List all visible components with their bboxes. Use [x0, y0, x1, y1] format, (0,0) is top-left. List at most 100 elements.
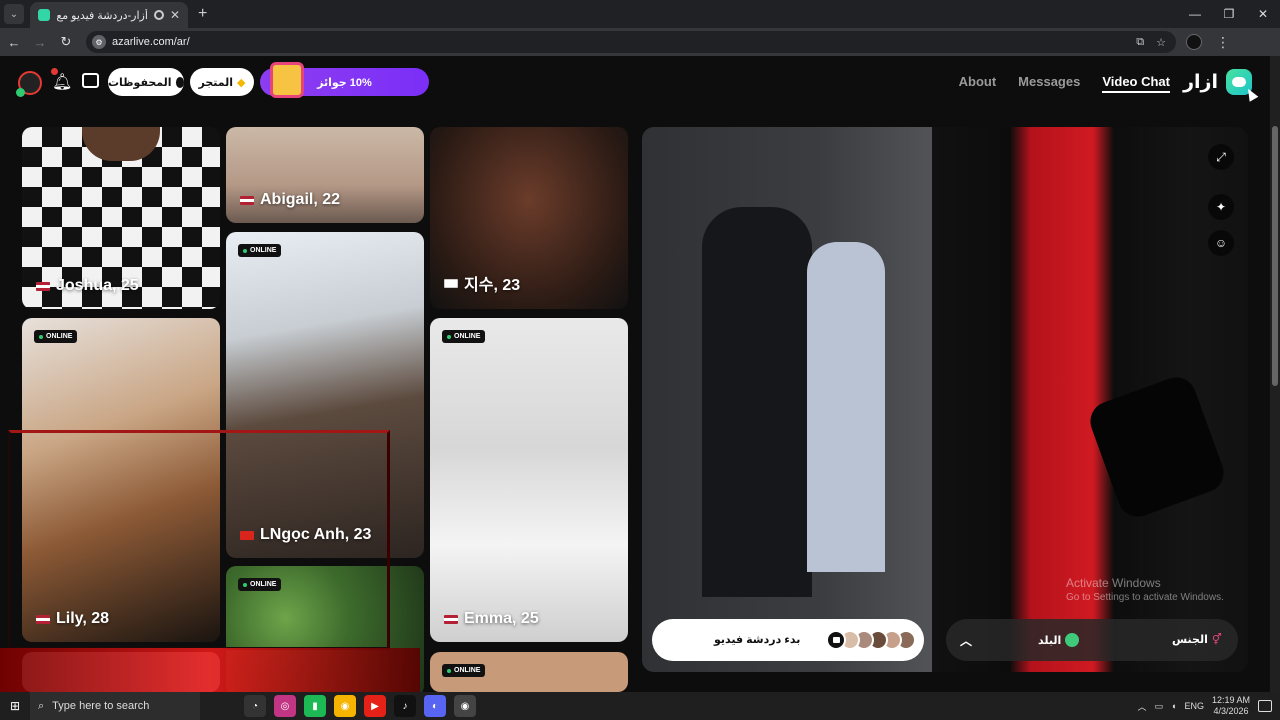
store-button[interactable]: ◆ المتجر	[190, 68, 254, 96]
task-view-icon[interactable]: ◔	[244, 695, 266, 717]
profile-name-text: Abigail, 22	[260, 191, 341, 208]
nav-messages[interactable]: Messages	[1018, 74, 1080, 93]
site-favicon-icon	[38, 9, 50, 21]
gem-icon: ◆	[237, 76, 246, 89]
windows-taskbar: ⊞ ⌕ Type here to search ◔ ◎ ▮ ◉ ▶ ♪ ◐ ◉ …	[0, 692, 1280, 720]
nav-video-chat[interactable]: Video Chat	[1102, 74, 1170, 93]
promo-button[interactable]: 10% جوائز	[260, 62, 429, 98]
nav-about[interactable]: About	[959, 74, 997, 93]
start-video-chat-label: بدء دردشة فيديو	[714, 634, 801, 646]
profile-card[interactable]: ONLINE	[430, 652, 628, 692]
activate-windows-title: Activate Windows	[1066, 576, 1161, 590]
kr-flag-icon	[444, 278, 458, 288]
profile-name-text: 지수, 23	[464, 277, 521, 294]
country-filter-button[interactable]: البلد	[1038, 633, 1080, 647]
chrome-icon[interactable]: ◉	[334, 695, 356, 717]
chrome-active-icon[interactable]: ◉	[454, 695, 476, 717]
profile-card[interactable]: ONLINE Emma, 25	[430, 318, 628, 642]
video-camera-icon	[826, 630, 846, 650]
cast-icon[interactable]: ⧉	[1136, 36, 1144, 49]
profile-avatar[interactable]	[1186, 34, 1202, 50]
profile-name-text: Emma, 25	[464, 610, 539, 627]
us-flag-icon	[36, 281, 50, 291]
forward-icon[interactable]: →	[28, 35, 52, 50]
us-flag-icon	[240, 195, 254, 205]
brand-logo[interactable]: ازار	[1183, 69, 1252, 95]
taskbar-apps: ◔ ◎ ▮ ◉ ▶ ♪ ◐ ◉	[244, 695, 476, 717]
taskbar-search[interactable]: ⌕ Type here to search	[30, 692, 200, 720]
online-badge: ONLINE	[34, 330, 78, 343]
tray-lang[interactable]: ENG	[1184, 701, 1204, 711]
avatar-stack	[826, 630, 916, 650]
magic-wand-icon[interactable]: ✦	[1208, 194, 1234, 220]
video-figure	[702, 207, 812, 597]
omnibox[interactable]: ⚙ azarlive.com/ar/ ⧉ ☆	[86, 31, 1176, 53]
system-tray: ︿ ▭ ◖ ENG 12:19 AM 4/3/2026	[1137, 695, 1280, 717]
omnibox-actions: ⧉ ☆	[1136, 36, 1176, 49]
country-label: البلد	[1038, 634, 1062, 647]
search-placeholder: Type here to search	[52, 700, 150, 712]
us-flag-icon	[444, 614, 458, 624]
gender-icon: ⚥	[1211, 634, 1222, 646]
profile-name: Joshua, 25	[36, 277, 139, 295]
window-controls: — ❐ ✕	[1178, 0, 1280, 28]
promo-label: 10% جوائز	[317, 76, 372, 89]
url-text[interactable]: azarlive.com/ar/	[112, 36, 190, 48]
profile-card[interactable]: Abigail, 22	[226, 127, 424, 223]
network-icon[interactable]: ▭	[1155, 701, 1164, 712]
profile-name: 지수, 23	[444, 271, 520, 295]
profile-card[interactable]: Joshua, 25	[22, 127, 220, 309]
scrollbar-thumb[interactable]	[1272, 126, 1278, 386]
browser-menu-icon[interactable]: ⋮	[1216, 34, 1230, 51]
globe-icon	[1065, 633, 1080, 647]
close-tab-icon[interactable]: ✕	[170, 8, 180, 22]
gift-box-icon	[270, 62, 304, 98]
saved-button[interactable]: المحفوظات	[108, 68, 184, 96]
bell-icon[interactable]: 🔔︎	[52, 72, 72, 92]
face-filter-icon[interactable]: ☺	[1208, 230, 1234, 256]
brand-name: ازار	[1183, 71, 1218, 93]
tab-search-button[interactable]: ⌄	[4, 4, 24, 24]
page-scrollbar[interactable]	[1270, 56, 1280, 692]
video-preview	[642, 127, 1248, 672]
chevron-up-icon[interactable]: ︿	[960, 632, 972, 649]
inbox-icon[interactable]	[82, 73, 99, 88]
reload-icon[interactable]: ↻	[54, 34, 78, 50]
notifications-icon[interactable]	[1258, 700, 1272, 712]
store-label: المتجر	[198, 76, 234, 89]
tray-chevron-icon[interactable]: ︿	[1137, 700, 1146, 713]
expand-icon[interactable]: ⤢	[1208, 144, 1234, 170]
minimize-button[interactable]: —	[1178, 0, 1212, 28]
browser-tab[interactable]: أزار-دردشة فيديو مع أشخاص ✕	[30, 2, 188, 28]
clock-icon	[175, 76, 184, 88]
profile-name: Emma, 25	[444, 610, 539, 628]
windows-start-icon[interactable]: ⊞	[0, 699, 30, 713]
gender-label: الجنس	[1172, 634, 1208, 646]
online-badge: ONLINE	[442, 664, 486, 677]
gender-filter-button[interactable]: ⚥ الجنس	[1172, 633, 1222, 646]
profile-card[interactable]: 지수, 23	[430, 127, 628, 309]
clock-date: 4/3/2026	[1213, 706, 1249, 716]
instagram-icon[interactable]: ◎	[274, 695, 296, 717]
restore-button[interactable]: ❐	[1212, 0, 1246, 28]
user-avatar-icon[interactable]	[16, 71, 42, 97]
volume-icon[interactable]: ◖	[1171, 701, 1176, 711]
close-window-button[interactable]: ✕	[1246, 0, 1280, 28]
youtube-icon[interactable]: ▶	[364, 695, 386, 717]
search-icon: ⌕	[38, 699, 45, 712]
clock[interactable]: 12:19 AM 4/3/2026	[1212, 695, 1250, 717]
online-badge: ONLINE	[442, 330, 486, 343]
overlay-frame	[8, 430, 390, 650]
start-video-chat-button[interactable]: بدء دردشة فيديو	[652, 619, 924, 661]
main-nav: About Messages Video Chat	[959, 74, 1170, 93]
tiktok-icon[interactable]: ♪	[394, 695, 416, 717]
app-icon[interactable]: ▮	[304, 695, 326, 717]
site-info-icon[interactable]: ⚙	[92, 35, 106, 49]
new-tab-button[interactable]: +	[198, 5, 207, 23]
bookmark-star-icon[interactable]: ☆	[1156, 36, 1166, 49]
discord-icon[interactable]: ◐	[424, 695, 446, 717]
video-figure	[807, 242, 885, 572]
back-icon[interactable]: ←	[2, 35, 26, 50]
profile-name: Abigail, 22	[240, 191, 340, 209]
site-header: 🔔︎ المحفوظات ◆ المتجر 10% جوائز About Me…	[0, 56, 1270, 112]
